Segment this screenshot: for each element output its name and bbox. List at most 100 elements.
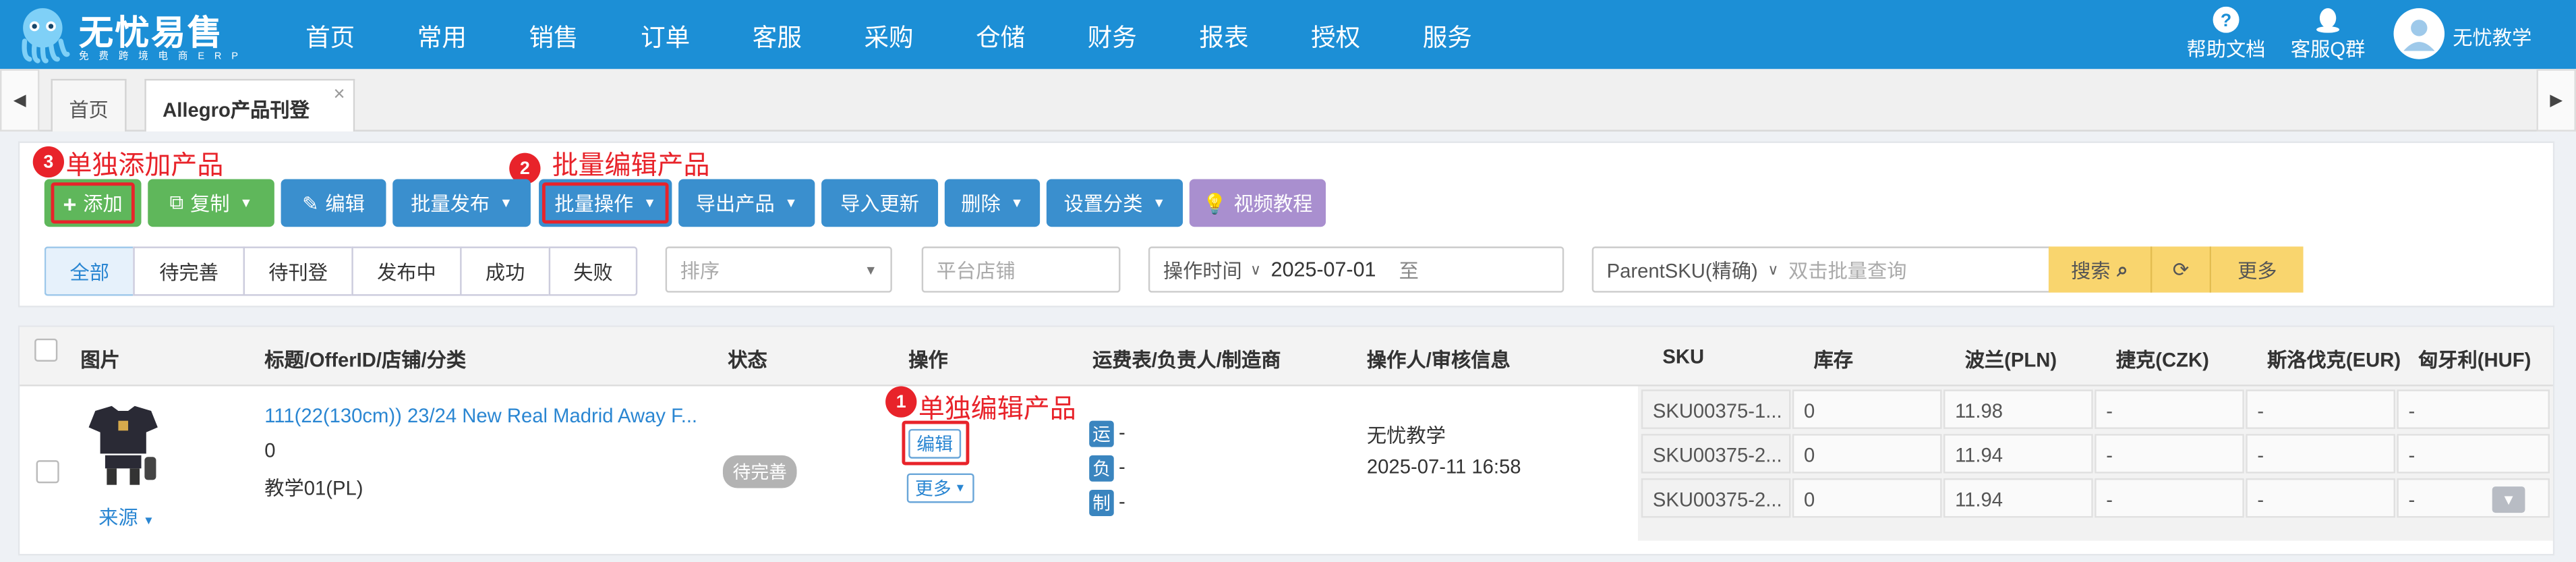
product-table: 图片 标题/OfferID/店铺/分类 状态 操作 运费表/负责人/制造商 操作…: [18, 325, 2555, 556]
user-icon: [2403, 20, 2435, 51]
caret-down-icon: ▼: [142, 515, 154, 528]
header-image: 图片: [80, 348, 120, 372]
status-tab-pending[interactable]: 待刊登: [243, 246, 352, 296]
table-header: 图片 标题/OfferID/店铺/分类 状态 操作 运费表/负责人/制造商 操作…: [20, 327, 2553, 387]
sku-eur: -: [2246, 434, 2395, 474]
shipping-tag[interactable]: 运: [1089, 420, 1114, 447]
date-start[interactable]: 2025-07-01: [1271, 258, 1376, 281]
product-title-link[interactable]: 111(22(130cm)) 23/24 New Real Madrid Awa…: [264, 404, 708, 427]
date-separator: 至: [1399, 258, 1419, 282]
more-filters-button[interactable]: 更多: [2211, 246, 2304, 293]
copy-icon: ⧉: [169, 190, 184, 214]
batch-publish-button[interactable]: 批量发布 ▼: [392, 179, 531, 227]
annotation-add-product: 单独添加产品: [65, 152, 224, 181]
tab-home[interactable]: 首页: [51, 78, 127, 132]
row-edit-button[interactable]: 编辑: [908, 428, 962, 459]
delete-button[interactable]: 删除 ▼: [944, 179, 1041, 227]
sku-search-field[interactable]: ParentSKU(精确) ∨ 双击批量查询: [1591, 246, 2051, 293]
chevron-down-icon: ∨: [1250, 260, 1262, 277]
qq-group-link[interactable]: 客服Q群: [2285, 7, 2371, 63]
annotation-number-3: 3: [32, 146, 65, 178]
sku-code: SKU00375-1...: [1641, 389, 1791, 429]
nav-warehouse[interactable]: 仓储: [976, 20, 1025, 54]
sku-czk: -: [2095, 478, 2244, 518]
nav-customer-service[interactable]: 客服: [753, 20, 802, 54]
nav-authorization[interactable]: 授权: [1311, 20, 1360, 54]
user-name[interactable]: 无忧教学: [2453, 23, 2531, 51]
export-products-button[interactable]: 导出产品 ▼: [678, 179, 815, 227]
sku-code: SKU00375-2...: [1641, 478, 1791, 518]
tab-scroll-right-icon[interactable]: ▶: [2536, 69, 2576, 132]
nav-common[interactable]: 常用: [417, 20, 467, 54]
nav-purchase[interactable]: 采购: [864, 20, 913, 54]
nav-sales[interactable]: 销售: [529, 20, 578, 54]
refresh-icon[interactable]: ⟳: [2152, 246, 2212, 293]
nav-finance[interactable]: 财务: [1088, 20, 1137, 54]
sku-huf: -: [2397, 389, 2550, 429]
nav-orders[interactable]: 订单: [641, 20, 690, 54]
caret-down-icon: ▼: [954, 482, 966, 495]
select-all-checkbox[interactable]: [34, 338, 58, 362]
table-row: SKU00375-2... 0 11.94 - - -: [1638, 430, 2553, 474]
copy-button[interactable]: ⧉ 复制 ▼: [148, 179, 274, 227]
tab-scroll-left-icon[interactable]: ◀: [0, 69, 40, 132]
status-tab-failed[interactable]: 失败: [548, 246, 638, 296]
tab-allegro-listing[interactable]: Allegro产品刊登 ×: [144, 78, 355, 132]
chevron-down-icon: ▼: [643, 195, 657, 210]
source-dropdown[interactable]: 来源 ▼: [98, 503, 154, 530]
nav-home[interactable]: 首页: [305, 20, 355, 54]
sku-stock: 0: [1792, 434, 1942, 474]
edit-button[interactable]: ✎ 编辑: [281, 179, 386, 227]
top-nav-bar: 无忧易售 免 费 跨 境 电 商 E R P 首页 常用 销售 订单 客服 采购…: [0, 0, 2576, 69]
search-button[interactable]: 搜索 ⌕: [2048, 246, 2153, 293]
product-image[interactable]: [86, 404, 161, 486]
question-icon: ?: [2213, 6, 2240, 33]
row-more-button[interactable]: 更多 ▼: [906, 473, 974, 503]
query-placeholder: 双击批量查询: [1788, 258, 1907, 282]
page-tab-bar: ◀ 首页 Allegro产品刊登 × ▶: [0, 69, 2576, 132]
sku-type-select[interactable]: ParentSKU(精确): [1607, 256, 1758, 283]
close-icon[interactable]: ×: [334, 82, 345, 105]
manufacturer-tag[interactable]: 制: [1089, 489, 1114, 516]
sku-stock: 0: [1792, 389, 1942, 429]
header-operator: 操作人/审核信息: [1366, 348, 1511, 372]
header-status: 状态: [728, 348, 767, 372]
sort-select[interactable]: 排序 ▼: [665, 246, 892, 293]
owner-tag[interactable]: 负: [1089, 455, 1114, 482]
status-tab-incomplete[interactable]: 待完善: [133, 246, 243, 296]
import-update-button[interactable]: 导入更新: [821, 179, 939, 227]
operation-time-range[interactable]: 操作时间 ∨ 2025-07-01 至: [1148, 246, 1564, 293]
header-sku: SKU: [1662, 345, 1705, 368]
row-checkbox[interactable]: [36, 460, 59, 484]
status-tab-publishing[interactable]: 发布中: [351, 246, 461, 296]
add-button[interactable]: + 添加: [44, 179, 142, 227]
video-tutorial-button[interactable]: 💡 视频教程: [1189, 179, 1326, 227]
header-title: 标题/OfferID/店铺/分类: [264, 348, 467, 372]
set-category-button[interactable]: 设置分类 ▼: [1046, 179, 1183, 227]
batch-operations-button[interactable]: 批量操作 ▼: [539, 179, 672, 227]
collapse-icon[interactable]: ▼: [2492, 486, 2525, 513]
chevron-down-icon: ▼: [784, 195, 798, 210]
nav-reports[interactable]: 报表: [1199, 20, 1248, 54]
platform-shop-input[interactable]: 平台店铺: [921, 246, 1121, 293]
sku-pln: 11.94: [1943, 478, 2093, 518]
manufacturer-value: -: [1119, 489, 1125, 513]
header-eur: 斯洛伐克(EUR): [2266, 348, 2401, 372]
table-row: SKU00375-1... 0 11.98 - - -: [1638, 387, 2553, 429]
sku-subtable: SKU00375-1... 0 11.98 - - - SKU00375-2..…: [1637, 386, 2553, 541]
sku-code: SKU00375-2...: [1641, 434, 1791, 474]
shipping-value: -: [1119, 420, 1125, 444]
help-docs-label: 帮助文档: [2186, 38, 2266, 61]
avatar[interactable]: [2393, 8, 2445, 59]
status-tab-success[interactable]: 成功: [460, 246, 549, 296]
octopus-logo-icon[interactable]: [13, 5, 72, 64]
sku-pln: 11.94: [1943, 434, 2093, 474]
header-actions: 操作: [908, 348, 948, 372]
sku-stock: 0: [1792, 478, 1942, 518]
status-tab-all[interactable]: 全部: [44, 246, 134, 296]
help-docs-link[interactable]: ? 帮助文档: [2184, 6, 2269, 63]
nav-services[interactable]: 服务: [1423, 20, 1472, 54]
table-row: SKU00375-2... 0 11.94 - - -: [1638, 475, 2553, 518]
sku-czk: -: [2095, 389, 2244, 429]
header-czk: 捷克(CZK): [2115, 348, 2209, 372]
